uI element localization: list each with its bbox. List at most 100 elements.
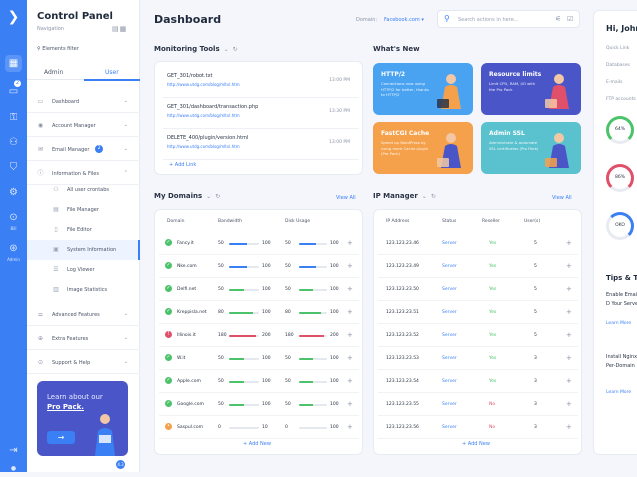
chevron-down-icon[interactable]: ⌄	[206, 193, 211, 200]
ip-address[interactable]: 123.123.23.49	[386, 264, 419, 269]
table-row[interactable]: • Saspul.com 0 10 0 100 +	[159, 416, 359, 439]
plus-icon[interactable]: +	[566, 239, 572, 247]
nav-item[interactable]: ⚌ Advanced Features ⌄	[27, 304, 140, 326]
table-row[interactable]: ✓ Apple.com 50 100 50 100 +	[159, 370, 359, 393]
ip-address[interactable]: 123.123.23.53	[386, 356, 419, 361]
add-domain-button[interactable]: + Add New	[243, 441, 271, 447]
table-row[interactable]: 123.123.23.55 Server No 3 +	[378, 393, 578, 416]
bill-icon[interactable]: ⊙	[5, 209, 22, 226]
domain-name[interactable]: Delfi.net	[177, 287, 196, 292]
refresh-icon[interactable]: ↻	[431, 193, 436, 200]
quick-link[interactable]: Quick Link	[606, 46, 629, 51]
table-row[interactable]: 123.123.23.50 Server Yes 5 +	[378, 278, 578, 301]
ip-address[interactable]: 123.123.23.52	[386, 333, 419, 338]
nav-item[interactable]: ✉ Email Manager 2 ⌄	[27, 139, 140, 161]
plus-icon[interactable]: +	[566, 285, 572, 293]
domain-name[interactable]: Fancy.it	[177, 241, 194, 246]
ip-address[interactable]: 123.123.23.56	[386, 425, 419, 430]
filter-icon[interactable]: ⚟	[555, 15, 561, 23]
plus-icon[interactable]: +	[566, 331, 572, 339]
plus-icon[interactable]: +	[347, 331, 353, 339]
arrow-right-icon[interactable]: →	[47, 431, 75, 444]
nav-item[interactable]: ◉ Account Manager ⌄	[27, 115, 140, 137]
chevron-up-icon[interactable]: ⌃	[124, 170, 128, 176]
people-icon[interactable]: ⚇	[5, 134, 22, 151]
grid-icon[interactable]: ▦	[5, 55, 22, 72]
domain-name[interactable]: Illinois.it	[177, 333, 196, 338]
plus-icon[interactable]: +	[566, 423, 572, 431]
sub-nav-item[interactable]: ⚇ All user crontabs	[27, 180, 140, 200]
quick-ftp[interactable]: FTP accounts	[606, 97, 636, 102]
promo-link[interactable]: Pro Pack.	[47, 403, 84, 411]
monitor-url[interactable]: http://www.utdg.com/blog/mltvl.htm	[167, 113, 258, 118]
plus-icon[interactable]: +	[347, 285, 353, 293]
plus-icon[interactable]: +	[347, 400, 353, 408]
search-input[interactable]: Search actions in here...	[458, 17, 519, 23]
monitor-url[interactable]: http://www.utdg.com/blog/mltvl.htm	[167, 144, 248, 149]
domain-name[interactable]: W.it	[177, 356, 185, 361]
tab-admin[interactable]: Admin	[44, 69, 63, 76]
quick-emails[interactable]: E-mails	[606, 80, 622, 85]
sub-nav-item[interactable]: ▣ System Information	[27, 240, 140, 260]
chevron-down-icon[interactable]: ⌄	[124, 146, 128, 152]
plus-icon[interactable]: +	[566, 308, 572, 316]
layout-toggle-icon[interactable]: ▤▦	[112, 25, 127, 33]
chevron-down-icon[interactable]: ⌄	[124, 359, 128, 365]
table-row[interactable]: ✓ Fancy.it 50 100 50 100 +	[159, 232, 359, 255]
plus-icon[interactable]: +	[566, 354, 572, 362]
table-row[interactable]: 123.123.23.53 Server Yes 3 +	[378, 347, 578, 370]
domain-name[interactable]: Nke.com	[177, 264, 197, 269]
chevron-down-icon[interactable]: ⌄	[124, 335, 128, 341]
logout-icon[interactable]: ⇥	[5, 442, 22, 459]
ip-address[interactable]: 123.123.23.51	[386, 310, 419, 315]
sub-nav-item[interactable]: ▤ File Manager	[27, 200, 140, 220]
monitor-item[interactable]: GET_301/dashboard/transaction.php http://…	[167, 104, 258, 118]
domain-selector[interactable]: Facebook.com ▾	[384, 17, 424, 23]
domains-view-all[interactable]: View All	[336, 195, 356, 201]
sub-nav-item[interactable]: ▥ Image Statistics	[27, 280, 140, 300]
ip-view-all[interactable]: View All	[552, 195, 572, 201]
settings-icon[interactable]: ⚙	[5, 184, 22, 201]
table-row[interactable]: ✓ Kreppisla.net 80 100 80 100 +	[159, 301, 359, 324]
nav-item[interactable]: ▭ Dashboard ⌄	[27, 91, 140, 113]
table-row[interactable]: ✓ W.it 50 100 50 100 +	[159, 347, 359, 370]
plus-icon[interactable]: +	[347, 308, 353, 316]
table-row[interactable]: 123.123.23.46 Server Yes 5 +	[378, 232, 578, 255]
whatsnew-card[interactable]: Resource limits Limit CPU, RAM, I/O with …	[481, 63, 581, 115]
admin-icon[interactable]: ⊛	[5, 240, 22, 257]
whatsnew-card[interactable]: HTTP/2 Connections now using HTTP/2 for b…	[373, 63, 473, 115]
chevron-down-icon[interactable]: ⌄	[124, 98, 128, 104]
nav-item[interactable]: ⊙ Support & Help ⌄	[27, 352, 140, 374]
table-row[interactable]: 123.123.23.56 Server No 3 +	[378, 416, 578, 439]
plus-icon[interactable]: +	[566, 377, 572, 385]
checkbox-icon[interactable]: ☑	[567, 15, 573, 23]
table-row[interactable]: 123.123.23.52 Server Yes 5 +	[378, 324, 578, 347]
plus-icon[interactable]: +	[347, 354, 353, 362]
plus-icon[interactable]: +	[566, 262, 572, 270]
table-row[interactable]: ✓ Google.com 50 100 50 100 +	[159, 393, 359, 416]
table-row[interactable]: 123.123.23.54 Server Yes 3 +	[378, 370, 578, 393]
pro-pack-promo[interactable]: Learn about our Pro Pack. →	[37, 381, 128, 456]
ip-address[interactable]: 123.123.23.46	[386, 241, 419, 246]
domain-name[interactable]: Saspul.com	[177, 425, 203, 430]
table-row[interactable]: 123.123.23.51 Server Yes 5 +	[378, 301, 578, 324]
chevron-down-icon[interactable]: ⌄	[224, 46, 229, 53]
ip-address[interactable]: 123.123.23.54	[386, 379, 419, 384]
domain-name[interactable]: Kreppisla.net	[177, 310, 207, 315]
monitor-item[interactable]: GET_301/robot.txt http://www.utdg.com/blo…	[167, 73, 240, 87]
tip-learn-more[interactable]: Learn More	[606, 321, 631, 326]
plus-icon[interactable]: +	[347, 423, 353, 431]
plus-icon[interactable]: +	[347, 377, 353, 385]
table-row[interactable]: ! Illinois.it 180 200 180 200 +	[159, 324, 359, 347]
domain-name[interactable]: Google.com	[177, 402, 204, 407]
add-ip-button[interactable]: + Add New	[462, 441, 490, 447]
chevron-down-icon[interactable]: ⌄	[124, 122, 128, 128]
table-row[interactable]: ✓ Nke.com 50 100 50 100 +	[159, 255, 359, 278]
search-bar[interactable]: ⚲ Search actions in here... ⚟ ☑	[437, 10, 580, 28]
table-row[interactable]: 123.123.23.49 Server Yes 5 +	[378, 255, 578, 278]
plus-icon[interactable]: +	[566, 400, 572, 408]
chevron-down-icon[interactable]: ⌄	[124, 311, 128, 317]
whatsnew-card[interactable]: Admin SSL Administrate & automate SSL cer…	[481, 122, 581, 174]
sub-nav-item[interactable]: ☰ Log Viewer	[27, 260, 140, 280]
domain-name[interactable]: Apple.com	[177, 379, 201, 384]
